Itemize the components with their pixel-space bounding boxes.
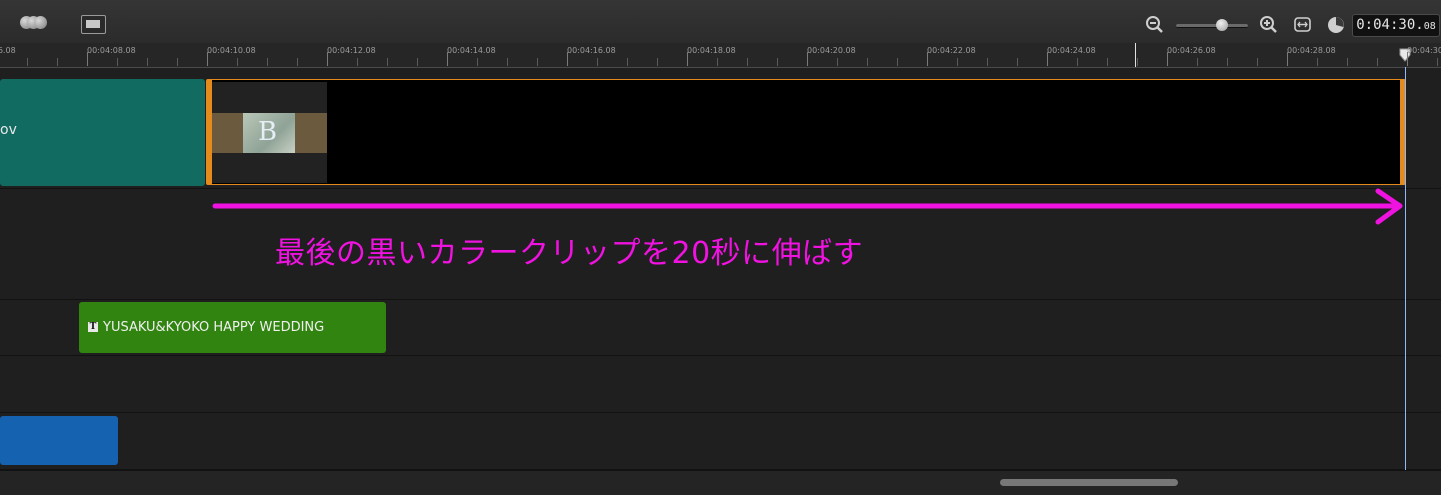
timeline-horizontal-scrollbar[interactable]	[0, 470, 1441, 495]
effects-track	[0, 356, 1441, 413]
title-clip-label: YUSAKU&KYOKO HAPPY WEDDING	[103, 320, 325, 335]
title-clip[interactable]: T YUSAKU&KYOKO HAPPY WEDDING	[79, 302, 386, 353]
annotation-text: 最後の黒いカラークリップを20秒に伸ばす	[275, 236, 864, 271]
title-clip-t-icon: T	[88, 322, 98, 332]
audio-clip[interactable]	[0, 416, 118, 465]
audio-track	[0, 413, 1441, 470]
scrollbar-thumb[interactable]	[1000, 479, 1178, 486]
playhead-line[interactable]	[1405, 67, 1406, 470]
